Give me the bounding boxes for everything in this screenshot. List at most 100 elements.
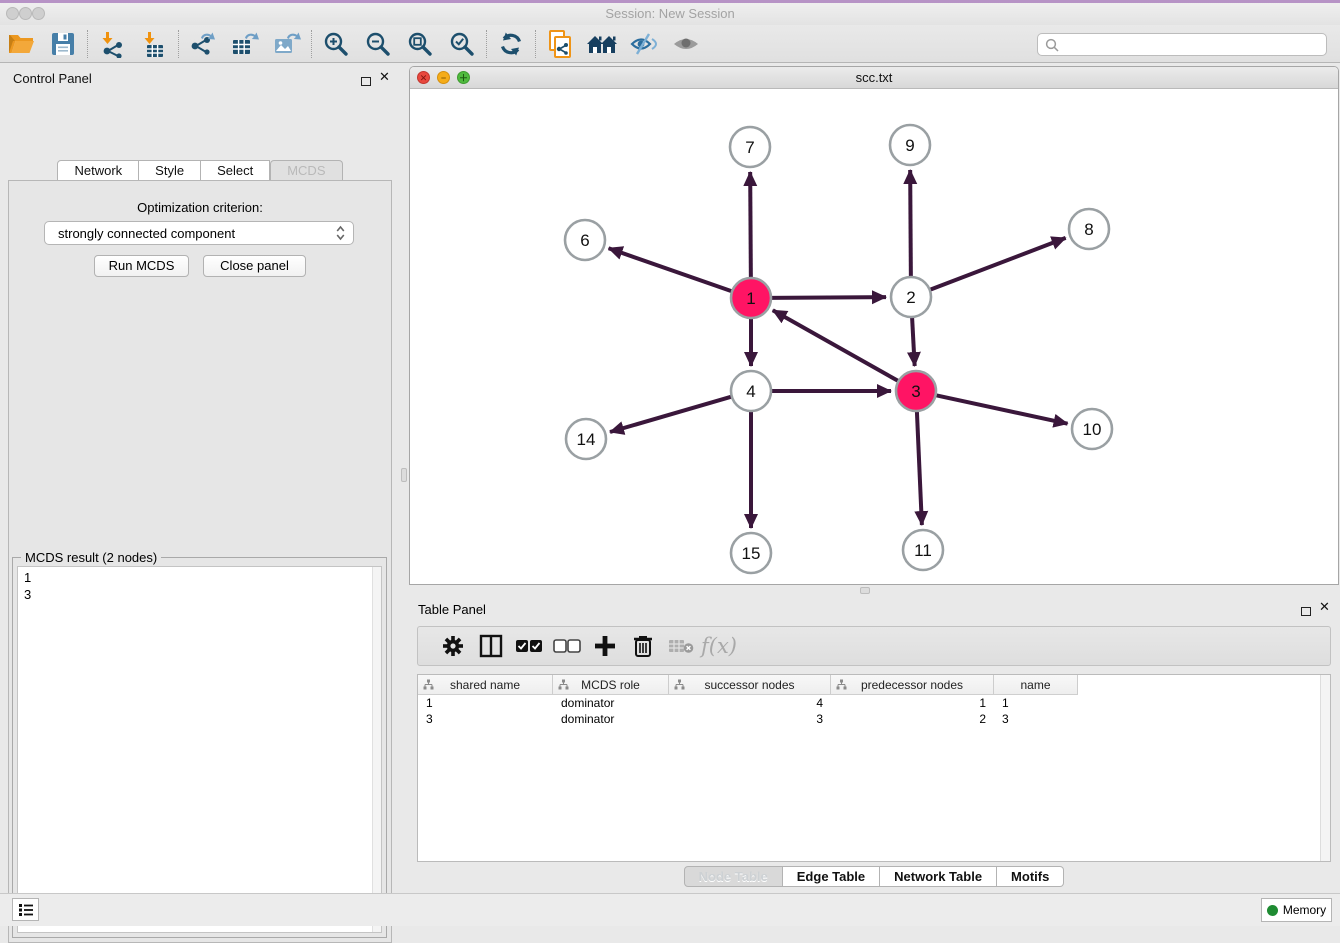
table-row[interactable]: 3dominator323 [418,711,1330,727]
column-header-predecessor-nodes[interactable]: predecessor nodes [831,675,994,694]
table-cell[interactable]: 3 [418,711,553,727]
edge-1-7[interactable] [750,172,751,278]
table-cell[interactable]: 1 [831,695,994,711]
tab-select[interactable]: Select [201,160,270,181]
column-settings-gear-icon[interactable] [434,631,472,661]
table-cell[interactable]: dominator [553,711,669,727]
mcds-result-text[interactable]: 1 3 [17,566,382,933]
column-type-icon [836,679,847,690]
control-panel: Control Panel ✕ NetworkStyleSelectMCDS O… [0,63,400,893]
close-panel-button[interactable]: Close panel [203,255,306,277]
select-all-columns-icon[interactable] [510,631,548,661]
hide-graphics-details-icon[interactable] [623,27,665,61]
splitter-grip[interactable] [860,587,870,594]
task-history-button[interactable] [12,898,39,921]
zoom-out-icon[interactable] [357,27,399,61]
column-header-shared-name[interactable]: shared name [418,675,553,694]
edge-3-10[interactable] [936,395,1068,424]
float-panel-icon[interactable] [361,73,371,91]
vertical-splitter[interactable] [400,63,408,893]
network-minimize-button[interactable]: − [437,71,450,84]
tab-node-table[interactable]: Node Table [684,866,783,887]
table-cell[interactable]: 4 [669,695,831,711]
edge-2-9[interactable] [910,170,911,277]
column-header-successor-nodes[interactable]: successor nodes [669,675,831,694]
export-table-icon[interactable] [224,27,266,61]
search-field[interactable] [1037,33,1327,56]
tab-edge-table[interactable]: Edge Table [783,866,880,887]
float-panel-icon[interactable] [1301,603,1311,621]
edge-3-1[interactable] [773,310,899,381]
column-header-MCDS-role[interactable]: MCDS role [553,675,669,694]
node-label-15: 15 [742,544,761,563]
memory-button[interactable]: Memory [1261,898,1332,922]
close-panel-icon[interactable]: ✕ [1319,602,1330,612]
network-window-titlebar[interactable]: ✕ − ＋ scc.txt [410,67,1338,89]
window-minimize-button[interactable] [19,7,32,20]
open-session-icon[interactable] [0,27,42,61]
column-header-name[interactable]: name [994,675,1078,694]
export-network-icon[interactable] [182,27,224,61]
import-network-icon[interactable] [91,27,133,61]
toggle-panel-columns-icon[interactable] [472,631,510,661]
mcds-result-scrollbar[interactable] [372,567,381,932]
network-graph-canvas[interactable]: 1234678910111415 [410,89,1339,585]
zoom-in-icon[interactable] [315,27,357,61]
control-panel-tabs: NetworkStyleSelectMCDS [0,160,400,181]
optimization-criterion-select[interactable]: strongly connected component [44,221,354,245]
houses-icon[interactable] [581,27,623,61]
tab-network[interactable]: Network [57,160,139,181]
table-rows[interactable]: 1dominator4113dominator323 [418,695,1330,727]
search-input[interactable] [1064,37,1326,52]
table-cell[interactable]: 2 [831,711,994,727]
save-session-icon[interactable] [42,27,84,61]
window-zoom-button[interactable] [32,7,45,20]
table-row[interactable]: 1dominator411 [418,695,1330,711]
node-label-9: 9 [905,136,914,155]
edge-1-2[interactable] [771,297,886,298]
refresh-icon[interactable] [490,27,532,61]
table-scrollbar[interactable] [1320,675,1330,861]
zoom-selected-icon[interactable] [441,27,483,61]
clone-network-icon[interactable] [539,27,581,61]
zoom-fit-icon[interactable] [399,27,441,61]
node-label-3: 3 [911,382,920,401]
node-table[interactable]: shared nameMCDS rolesuccessor nodesprede… [417,674,1331,862]
tab-style[interactable]: Style [139,160,201,181]
app-titlebar: Session: New Session [0,3,1340,25]
import-table-icon[interactable] [133,27,175,61]
edge-2-8[interactable] [930,238,1066,290]
main-toolbar [0,25,1340,63]
splitter-grip[interactable] [401,468,407,482]
tab-mcds[interactable]: MCDS [270,160,342,181]
control-panel-title: Control Panel [13,71,92,86]
table-cell[interactable]: 1 [994,695,1078,711]
delete-column-trash-icon[interactable] [624,631,662,661]
close-panel-icon[interactable]: ✕ [379,72,390,82]
edge-3-11[interactable] [917,411,922,525]
table-cell[interactable]: dominator [553,695,669,711]
tab-network-table[interactable]: Network Table [880,866,997,887]
show-graphics-details-icon[interactable] [665,27,707,61]
node-label-10: 10 [1083,420,1102,439]
node-label-11: 11 [914,541,932,560]
table-cell[interactable]: 3 [669,711,831,727]
edge-2-3[interactable] [912,317,915,366]
run-mcds-button[interactable]: Run MCDS [94,255,189,277]
table-panel: Table Panel ✕ f(x) shared nameMCDS roles [408,596,1340,893]
export-image-icon[interactable] [266,27,308,61]
deselect-all-columns-icon[interactable] [548,631,586,661]
function-builder-icon-disabled: f(x) [700,631,738,661]
tab-motifs[interactable]: Motifs [997,866,1064,887]
add-column-icon[interactable] [586,631,624,661]
horizontal-splitter[interactable] [408,585,1340,596]
table-cell[interactable]: 1 [418,695,553,711]
window-close-button[interactable] [6,7,19,20]
edge-4-14[interactable] [610,397,732,432]
edge-1-6[interactable] [609,248,733,291]
network-maximize-button[interactable]: ＋ [457,71,470,84]
network-close-button[interactable]: ✕ [417,71,430,84]
table-toolbar: f(x) [417,626,1331,666]
table-column-header[interactable]: shared nameMCDS rolesuccessor nodesprede… [418,675,1078,695]
table-cell[interactable]: 3 [994,711,1078,727]
